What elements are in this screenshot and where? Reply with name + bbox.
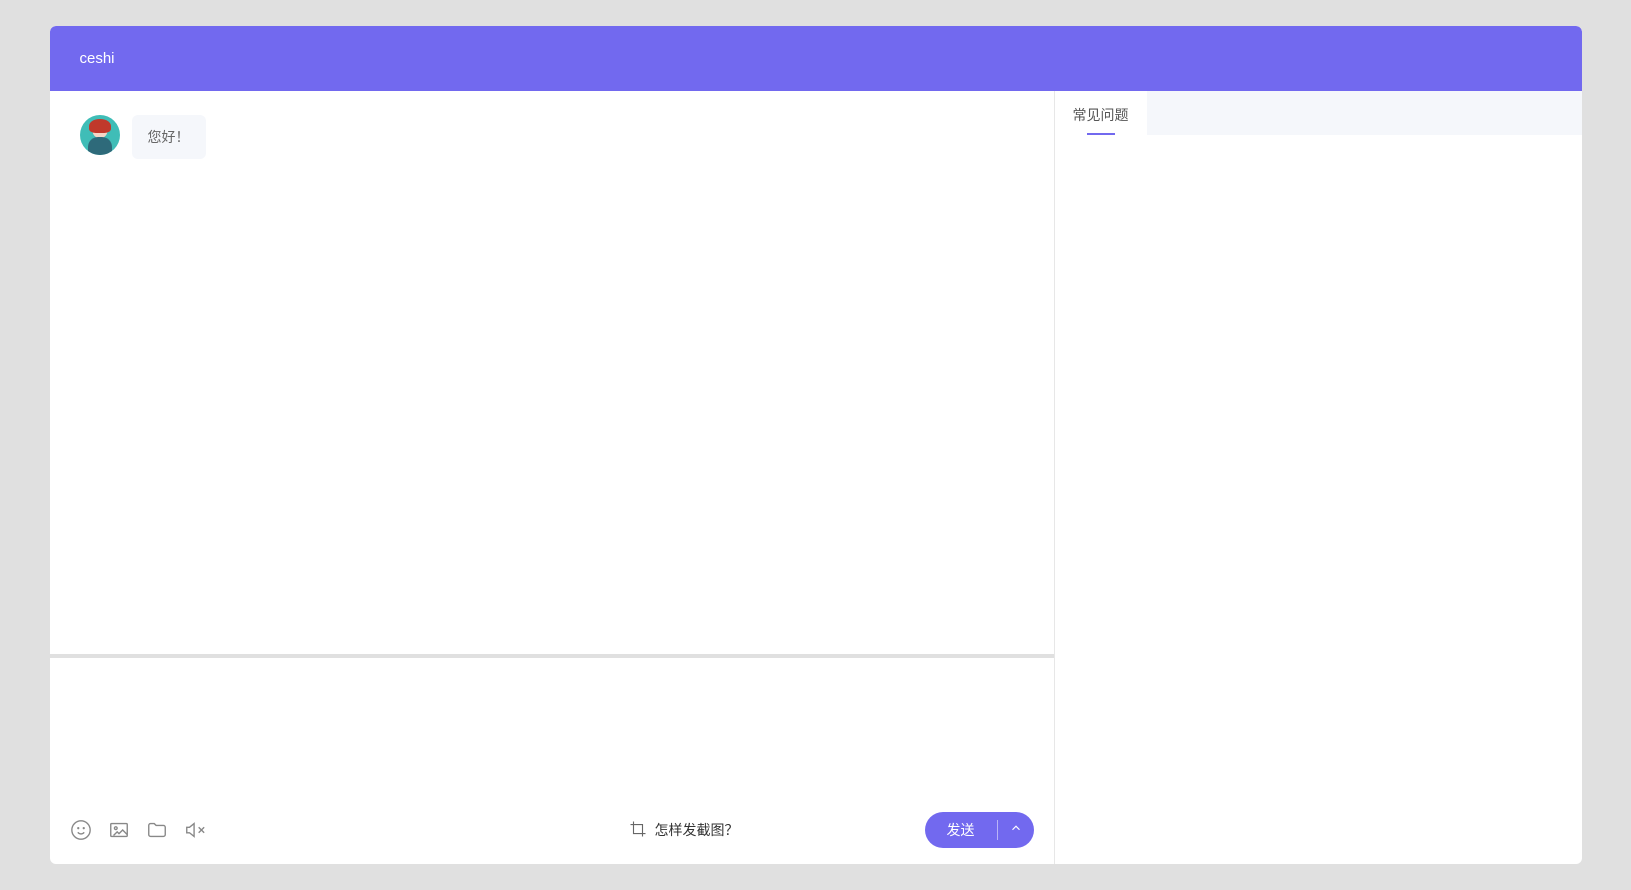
input-panel: 怎样发截图？ 发送 xyxy=(50,654,1054,864)
chevron-up-icon xyxy=(1009,821,1023,840)
send-options-button[interactable] xyxy=(998,812,1034,848)
messages-scroll[interactable]: 您好！ xyxy=(50,91,1054,654)
tab-label: 常见问题 xyxy=(1073,107,1129,123)
mute-icon[interactable] xyxy=(184,819,206,841)
emoji-icon[interactable] xyxy=(70,819,92,841)
chat-window: ceshi 您好！ xyxy=(50,26,1582,864)
side-body xyxy=(1055,135,1582,864)
send-button-group: 发送 xyxy=(925,812,1034,848)
topbar-title: ceshi xyxy=(80,50,115,67)
agent-avatar xyxy=(80,115,120,155)
body-row: 您好！ xyxy=(50,91,1582,864)
input-toolbar: 怎样发截图？ 发送 xyxy=(50,812,1054,864)
tab-faq[interactable]: 常见问题 xyxy=(1055,91,1147,135)
message-bubble: 您好！ xyxy=(132,115,206,159)
crop-icon xyxy=(629,820,647,841)
chat-area: 您好！ xyxy=(50,91,1054,864)
image-icon[interactable] xyxy=(108,819,130,841)
topbar: ceshi xyxy=(50,26,1582,91)
message-text: 您好！ xyxy=(148,129,190,145)
crop-hint-link[interactable]: 怎样发截图？ xyxy=(629,820,739,841)
message-row: 您好！ xyxy=(80,115,1024,159)
crop-hint-text: 怎样发截图？ xyxy=(655,820,739,840)
folder-icon[interactable] xyxy=(146,819,168,841)
side-tabs: 常见问题 xyxy=(1055,91,1582,135)
side-panel: 常见问题 xyxy=(1054,91,1582,864)
send-button[interactable]: 发送 xyxy=(925,812,997,848)
message-input[interactable] xyxy=(50,658,1054,812)
